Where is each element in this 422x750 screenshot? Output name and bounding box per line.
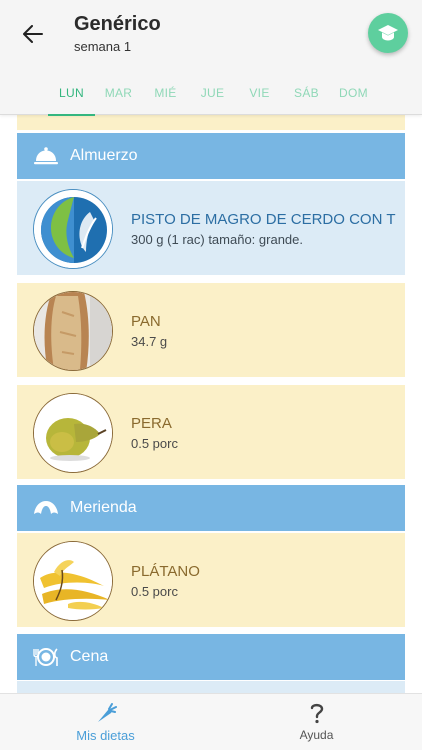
section-header-merienda: Merienda bbox=[17, 485, 405, 531]
section-title: Almuerzo bbox=[70, 147, 138, 164]
nav-label: Ayuda bbox=[299, 728, 334, 742]
tab-dom[interactable]: DOM bbox=[330, 80, 377, 115]
carrot-icon bbox=[97, 703, 117, 722]
bread-photo bbox=[33, 291, 113, 371]
bottom-navigation: Mis dietas Ayuda bbox=[0, 693, 422, 750]
tab-sab[interactable]: SÁB bbox=[283, 80, 330, 115]
croissant-icon bbox=[31, 496, 61, 520]
nav-label: Mis dietas bbox=[76, 728, 135, 743]
list-item[interactable]: PISTO DE MAGRO DE CERDO CON T 300 g (1 r… bbox=[17, 181, 405, 277]
section-header-cena: Cena bbox=[17, 634, 405, 680]
list-item[interactable] bbox=[17, 681, 405, 693]
app-header: Genérico semana 1 LUN MAR MIÉ JUE VIE SÁ… bbox=[0, 0, 422, 116]
food-name: PLÁTANO bbox=[131, 563, 200, 580]
arrow-left-icon bbox=[23, 25, 43, 43]
food-quantity: 34.7 g bbox=[131, 334, 168, 349]
section-title: Cena bbox=[70, 648, 109, 665]
section-title: Merienda bbox=[70, 499, 137, 516]
tab-lun[interactable]: LUN bbox=[48, 80, 95, 116]
cloche-icon bbox=[31, 144, 61, 168]
tab-mie[interactable]: MIÉ bbox=[142, 80, 189, 115]
back-button[interactable] bbox=[18, 20, 48, 48]
pear-photo bbox=[33, 393, 113, 473]
list-item[interactable]: PAN 34.7 g bbox=[17, 283, 405, 379]
tab-mar[interactable]: MAR bbox=[95, 80, 142, 115]
food-quantity: 0.5 porc bbox=[131, 436, 178, 451]
nav-ayuda[interactable]: Ayuda bbox=[211, 694, 422, 750]
food-name: PAN bbox=[131, 313, 161, 330]
list-item[interactable] bbox=[17, 115, 405, 130]
list-item[interactable]: PLÁTANO 0.5 porc bbox=[17, 533, 405, 629]
learn-button[interactable] bbox=[368, 13, 408, 53]
list-item[interactable]: PERA 0.5 porc bbox=[17, 385, 405, 481]
food-name: PISTO DE MAGRO DE CERDO CON T bbox=[131, 211, 396, 228]
section-header-almuerzo: Almuerzo bbox=[17, 133, 405, 179]
page-title: Genérico bbox=[74, 13, 161, 35]
tab-vie[interactable]: VIE bbox=[236, 80, 283, 115]
day-tabs: LUN MAR MIÉ JUE VIE SÁB DOM bbox=[48, 80, 377, 116]
banana-photo bbox=[33, 541, 113, 621]
page-subtitle: semana 1 bbox=[74, 39, 132, 54]
meal-list[interactable]: Almuerzo PISTO DE MAGRO DE CERDO CON T 3… bbox=[17, 115, 405, 693]
question-mark-icon bbox=[310, 703, 323, 724]
graduation-cap-icon bbox=[378, 25, 398, 41]
recipe-logo-icon bbox=[33, 189, 113, 269]
food-quantity: 300 g (1 rac) tamaño: grande. bbox=[131, 232, 303, 247]
food-quantity: 0.5 porc bbox=[131, 584, 178, 599]
food-name: PERA bbox=[131, 415, 172, 432]
app-screen: Genérico semana 1 LUN MAR MIÉ JUE VIE SÁ… bbox=[0, 0, 422, 750]
plate-cutlery-icon bbox=[31, 645, 61, 669]
tab-jue[interactable]: JUE bbox=[189, 80, 236, 115]
nav-mis-dietas[interactable]: Mis dietas bbox=[0, 694, 211, 750]
